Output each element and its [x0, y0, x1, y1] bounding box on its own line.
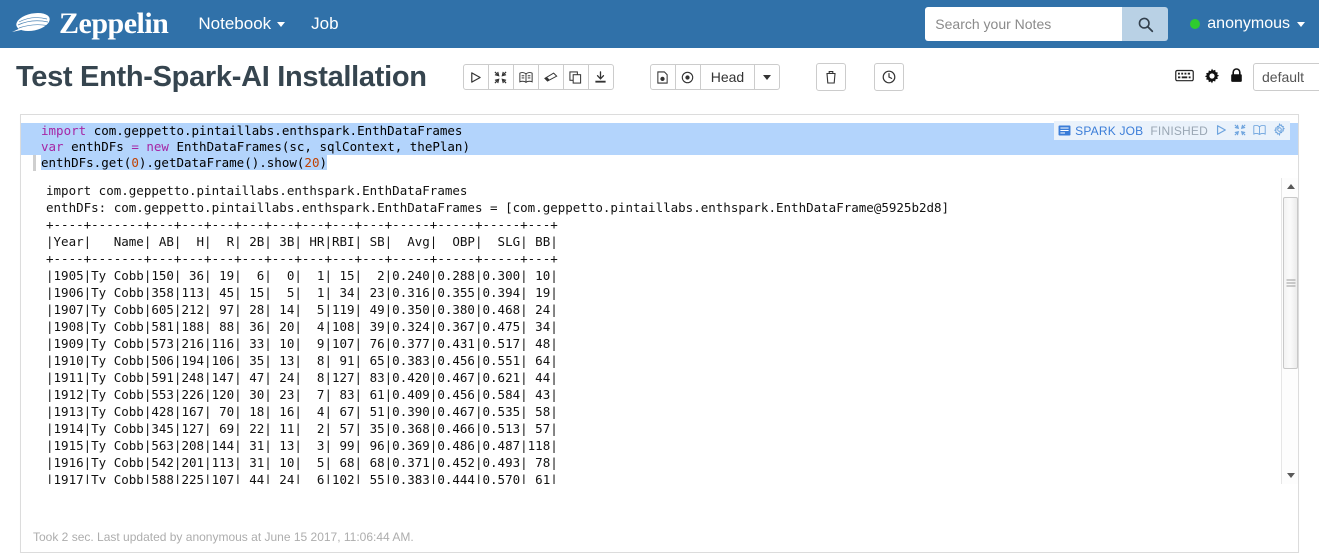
- export-note-button[interactable]: [587, 64, 614, 90]
- paragraph-settings-icon[interactable]: [1273, 122, 1286, 138]
- brand-home-link[interactable]: Zeppelin: [10, 7, 169, 40]
- delete-group: [816, 63, 847, 91]
- file-commit-icon: [657, 70, 668, 84]
- chevron-down-icon: [1297, 21, 1305, 27]
- eraser-icon: [543, 72, 558, 82]
- paragraph-status-badge: FINISHED: [1150, 123, 1208, 138]
- run-all-paragraphs-button[interactable]: [462, 64, 489, 90]
- revision-dropdown-toggle[interactable]: [754, 64, 781, 90]
- scrollbar-thumb[interactable]: [1283, 197, 1298, 369]
- clock-revision-icon: [681, 71, 694, 83]
- trash-icon: [826, 71, 836, 84]
- notebook-stage: import com.geppetto.pintaillabs.enthspar…: [0, 106, 1319, 553]
- paragraph-result: import com.geppetto.pintaillabs.enthspar…: [21, 178, 1298, 484]
- run-paragraph-icon[interactable]: [1215, 124, 1227, 138]
- code-line-2-text: EnthDataFrames(sc, sqlContext, thePlan): [176, 139, 470, 154]
- note-header: Test Enth-Spark-AI Installation Head def…: [0, 48, 1319, 106]
- clear-output-button[interactable]: [537, 64, 564, 90]
- scheduler-button[interactable]: [874, 63, 905, 91]
- user-menu[interactable]: anonymous: [1190, 15, 1305, 33]
- triangle-up-icon: [1286, 184, 1295, 189]
- spark-job-link[interactable]: SPARK JOB: [1058, 124, 1143, 138]
- note-action-button-group: [462, 64, 614, 90]
- show-hide-editor-icon[interactable]: [1253, 124, 1266, 138]
- page-title: Test Enth-Spark-AI Installation: [16, 60, 427, 93]
- play-icon: [471, 71, 481, 83]
- paragraph-card: import com.geppetto.pintaillabs.enthspar…: [20, 114, 1299, 553]
- note-header-right-tools: default: [1175, 63, 1319, 91]
- lock-icon[interactable]: [1230, 68, 1243, 86]
- collapse-arrows-icon: [494, 71, 507, 83]
- interpreter-binding-value: default: [1262, 69, 1305, 85]
- collapse-all-button[interactable]: [487, 64, 514, 90]
- gear-icon[interactable]: [1204, 68, 1220, 87]
- play-glyph: [1216, 124, 1226, 135]
- top-navbar: Zeppelin Notebook Job anonymous: [0, 0, 1319, 48]
- nav-item-notebook[interactable]: Notebook: [198, 14, 286, 34]
- search-box: [925, 7, 1169, 41]
- search-input[interactable]: [925, 7, 1123, 41]
- show-hide-code-button[interactable]: [512, 64, 539, 90]
- navbar-right: anonymous: [925, 7, 1305, 41]
- search-icon: [1138, 17, 1153, 32]
- spark-job-bar: SPARK JOB FINISHED: [1054, 121, 1290, 140]
- result-output-text: import com.geppetto.pintaillabs.enthspar…: [46, 183, 950, 484]
- scroll-down-button[interactable]: [1282, 467, 1298, 484]
- clone-note-button[interactable]: [562, 64, 589, 90]
- book-glyph: [1253, 124, 1266, 135]
- spark-job-label: SPARK JOB: [1075, 123, 1144, 138]
- zeppelin-logo-icon: [12, 12, 50, 32]
- schedule-group: [874, 63, 905, 91]
- version-control-group: Head: [649, 64, 781, 90]
- gear-glyph: [1204, 68, 1220, 83]
- download-icon: [595, 70, 606, 83]
- keyboard-shortcuts-icon[interactable]: [1175, 69, 1194, 85]
- copy-icon: [569, 70, 582, 84]
- chevron-down-icon: [277, 21, 286, 27]
- chevron-down-icon: [763, 74, 772, 80]
- code-line-3[interactable]: enthDFs.get(0).getDataFrame().show(20): [21, 155, 1298, 171]
- scroll-up-button[interactable]: [1282, 178, 1298, 195]
- collapse-arrows-glyph: [1234, 123, 1246, 136]
- server-icon: [1058, 125, 1071, 136]
- revision-history-button[interactable]: [674, 64, 701, 90]
- code-editor[interactable]: import com.geppetto.pintaillabs.enthspar…: [21, 115, 1298, 178]
- interpreter-binding-select[interactable]: default: [1253, 63, 1319, 91]
- user-name-label: anonymous: [1207, 15, 1290, 32]
- delete-note-button[interactable]: [816, 63, 847, 91]
- triangle-down-icon: [1286, 473, 1295, 478]
- connection-status-icon: [1190, 19, 1201, 29]
- code-line-2[interactable]: var enthDFs = new EnthDataFrames(sc, sql…: [21, 139, 1298, 155]
- collapse-paragraph-icon[interactable]: [1234, 123, 1246, 138]
- nav-item-notebook-label: Notebook: [198, 14, 272, 33]
- revision-head-label[interactable]: Head: [699, 64, 756, 90]
- paragraph-footer-status: Took 2 sec. Last updated by anonymous at…: [33, 530, 414, 544]
- search-button[interactable]: [1122, 7, 1169, 41]
- commit-note-button[interactable]: [649, 64, 676, 90]
- lock-glyph: [1231, 68, 1242, 82]
- main-nav: Notebook Job: [198, 14, 338, 34]
- nav-item-job-label: Job: [311, 14, 339, 33]
- scrollbar-grip-icon: [1286, 279, 1295, 287]
- keyboard-glyph: [1175, 69, 1194, 82]
- nav-item-job[interactable]: Job: [311, 14, 338, 34]
- result-scrollbar[interactable]: [1281, 178, 1298, 484]
- book-icon: [519, 71, 533, 83]
- code-line-1-text: com.geppetto.pintaillabs.enthspark.EnthD…: [93, 123, 463, 138]
- gear-glyph: [1273, 122, 1286, 137]
- clock-icon: [882, 70, 896, 84]
- brand-name: Zeppelin: [59, 7, 169, 40]
